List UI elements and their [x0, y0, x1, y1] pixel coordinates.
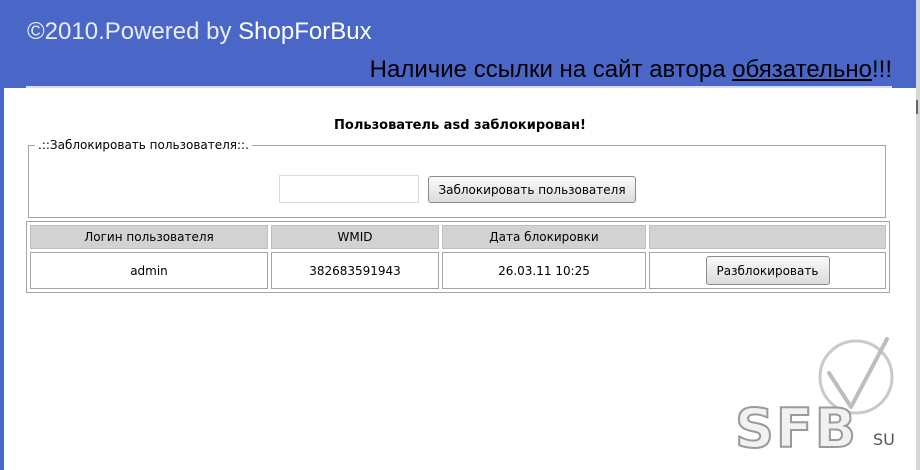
watermark-suffix: SU [873, 430, 895, 449]
watermark-letters: SFB [735, 397, 858, 460]
table-row: admin 382683591943 26.03.11 10:25 Разбло… [30, 252, 886, 289]
header-wmid: WMID [271, 225, 439, 249]
sfb-watermark-logo: SFB SU [734, 337, 895, 461]
cell-action: Разблокировать [649, 252, 886, 289]
header-divider [26, 86, 892, 88]
notice-suffix: !!! [871, 56, 892, 83]
author-link-notice: Наличие ссылки на сайт автора обязательн… [370, 56, 892, 84]
table-header-row: Логин пользователя WMID Дата блокировки [30, 225, 886, 249]
block-user-fieldset: .::Заблокировать пользователя::. Заблоки… [28, 138, 886, 218]
blocked-users-table: Логин пользователя WMID Дата блокировки … [27, 222, 889, 292]
cell-block-date: 26.03.11 10:25 [442, 252, 646, 289]
header-login: Логин пользователя [30, 225, 268, 249]
brand-name: ShopForBux [238, 18, 372, 45]
header-block-date: Дата блокировки [442, 225, 646, 249]
copyright-prefix: ©2010.Powered by [27, 18, 239, 45]
right-edge-bar [916, 0, 920, 470]
block-user-button[interactable]: Заблокировать пользователя [428, 176, 636, 203]
block-login-input[interactable] [279, 175, 419, 203]
blocked-users-table-frame: Логин пользователя WMID Дата блокировки … [26, 221, 890, 293]
header-copyright: ©2010.Powered by ShopForBux [27, 18, 372, 46]
cell-wmid: 382683591943 [271, 252, 439, 289]
notice-link[interactable]: обязательно [732, 56, 872, 83]
cell-login: admin [30, 252, 268, 289]
unblock-button[interactable]: Разблокировать [705, 256, 830, 285]
left-edge-bar [0, 88, 4, 470]
right-edge-mark [916, 100, 918, 114]
site-header: ©2010.Powered by ShopForBux Наличие ссыл… [0, 0, 920, 88]
notice-text: Наличие ссылки на сайт автора [369, 56, 733, 83]
header-action [649, 225, 886, 249]
block-user-legend: .::Заблокировать пользователя::. [38, 138, 249, 152]
status-message: Пользователь asd заблокирован! [334, 118, 586, 133]
